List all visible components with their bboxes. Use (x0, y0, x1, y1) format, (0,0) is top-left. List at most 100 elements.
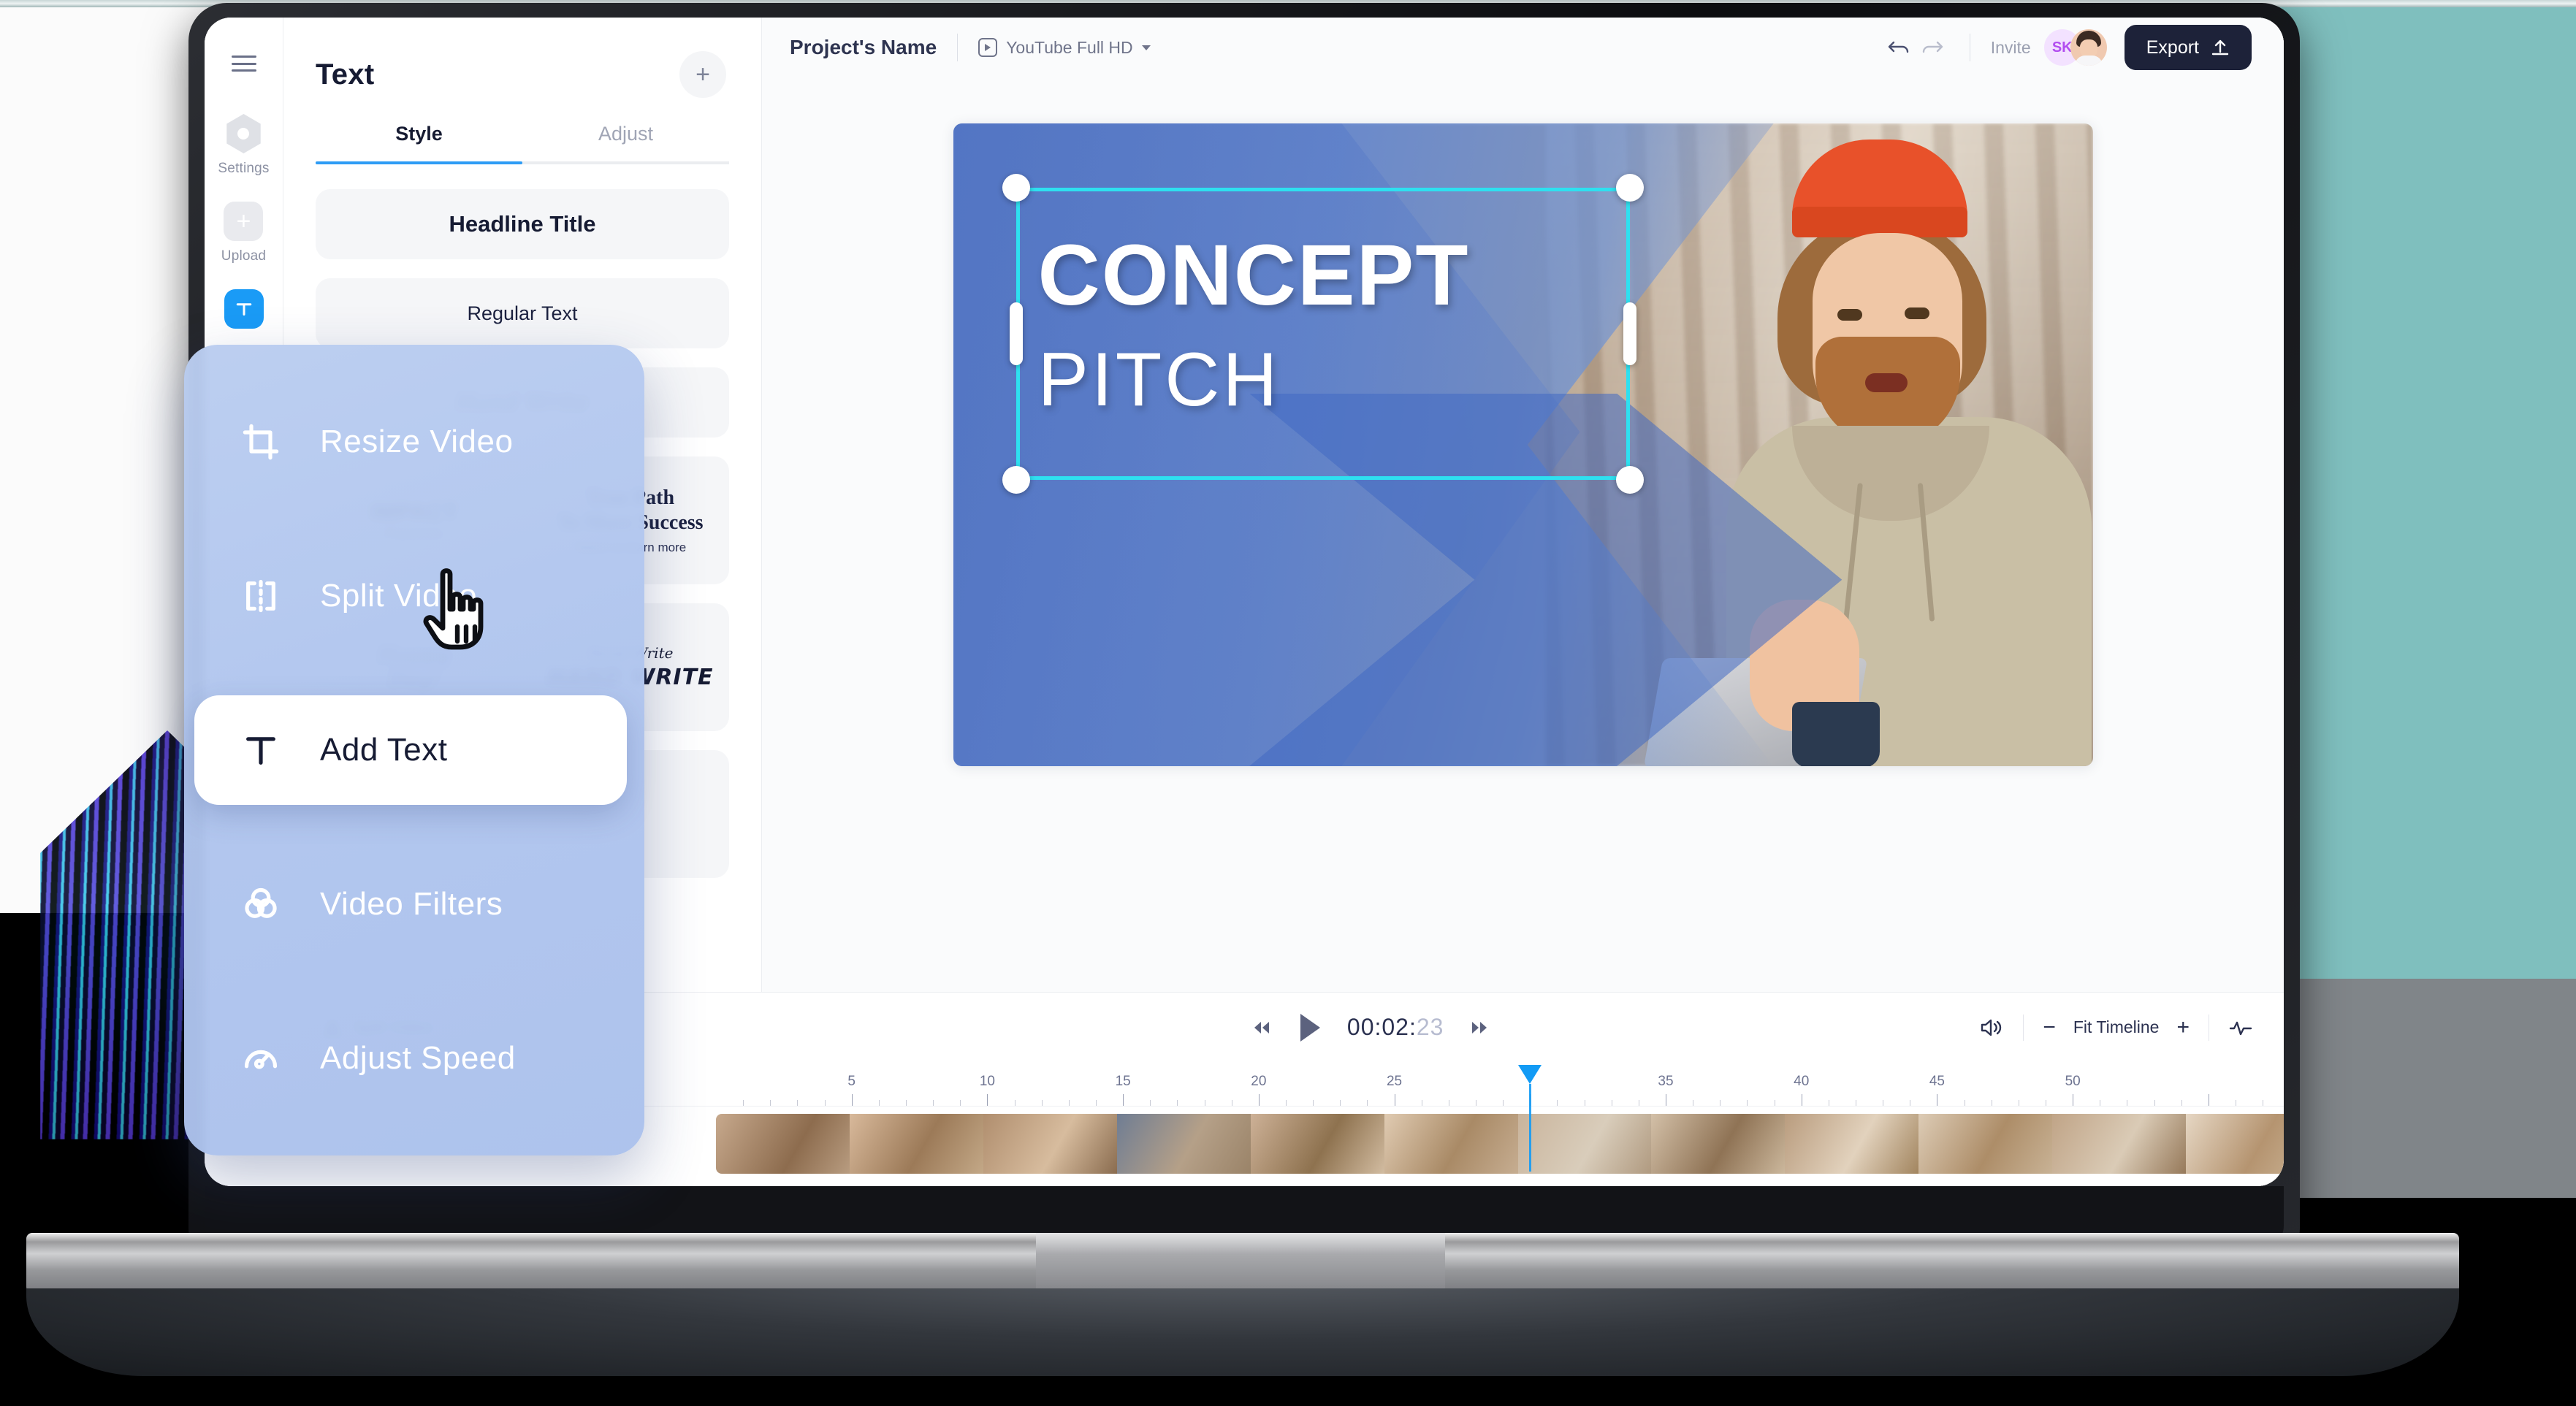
resize-handle-right[interactable] (1623, 302, 1636, 365)
text-tool-icon (224, 289, 264, 329)
waveform-icon[interactable] (2228, 1018, 2253, 1037)
undo-arrow-icon[interactable] (1882, 31, 1916, 64)
video-preview-stage[interactable]: CONCEPT PITCH (953, 123, 2093, 766)
text-selection-box[interactable] (1015, 188, 1630, 480)
zoom-out-button[interactable]: − (2043, 1015, 2056, 1040)
menu-item-label: Adjust Speed (320, 1040, 516, 1076)
play-icon[interactable] (1297, 1012, 1322, 1043)
panel-header: Text + (283, 18, 761, 114)
sidebar-item-label: Settings (218, 161, 270, 176)
speaker-icon[interactable] (1979, 1017, 2004, 1039)
ruler-label: 10 (979, 1074, 995, 1089)
ruler-tick (1123, 1094, 1124, 1106)
menu-item-label: Resize Video (320, 424, 514, 459)
ruler-tick (2181, 1100, 2182, 1106)
pointing-hand-cursor (423, 568, 484, 650)
redo-arrow-icon[interactable] (1916, 31, 1949, 64)
gear-hex-icon (224, 114, 263, 153)
aspect-ratio-label: YouTube Full HD (1006, 37, 1133, 57)
ruler-tick (960, 1100, 961, 1106)
ruler-tick (2154, 1100, 2155, 1106)
playhead-marker[interactable] (1518, 1065, 1542, 1084)
tab-adjust[interactable]: Adjust (522, 118, 729, 161)
time-frames: 23 (1416, 1014, 1444, 1040)
skip-back-icon[interactable] (1251, 1019, 1273, 1036)
ruler-label: 35 (1658, 1074, 1674, 1089)
canvas-area: Project's Name YouTube Full HD Invite SK… (762, 18, 2284, 992)
project-name[interactable]: Project's Name (790, 36, 937, 59)
preset-label: Regular Text (467, 302, 578, 324)
tab-style[interactable]: Style (316, 118, 522, 164)
preset-headline-title[interactable]: Headline Title (316, 189, 729, 259)
crop-icon (241, 422, 281, 462)
ruler-tick (933, 1100, 934, 1106)
resize-handle-bottom-left[interactable] (1002, 466, 1030, 494)
context-menu: Resize Video Split Video Add Text Video … (184, 345, 644, 1155)
menu-item-label: Add Text (320, 732, 448, 768)
ruler-tick (1557, 1100, 1558, 1106)
ruler-tick (1503, 1100, 1504, 1106)
ruler-tick (1177, 1100, 1178, 1106)
menu-item-label: Video Filters (320, 886, 503, 922)
sidebar-item-text[interactable] (224, 289, 264, 329)
ruler-tick (851, 1094, 853, 1106)
skip-forward-icon[interactable] (1468, 1019, 1490, 1036)
preset-label: Headline Title (449, 211, 596, 237)
ruler-tick (1367, 1100, 1368, 1106)
ruler-tick (1068, 1100, 1070, 1106)
resize-handle-top-left[interactable] (1002, 174, 1030, 202)
ruler-tick (878, 1100, 880, 1106)
chevron-down-icon (1141, 45, 1151, 50)
resize-handle-bottom-right[interactable] (1615, 466, 1644, 494)
video-preset-icon (978, 38, 998, 57)
sidebar-item-settings[interactable]: Settings (218, 114, 269, 177)
time-value: 00:02: (1346, 1014, 1417, 1040)
ruler-tick (1340, 1100, 1341, 1106)
ruler-label: 5 (847, 1074, 856, 1089)
export-button[interactable]: Export (2124, 25, 2252, 70)
resize-handle-left[interactable] (1009, 302, 1023, 365)
plus-square-icon: + (224, 202, 264, 241)
top-toolbar: Project's Name YouTube Full HD Invite SK… (762, 18, 2284, 77)
ruler-tick (1258, 1094, 1260, 1106)
ruler-tick (906, 1100, 907, 1106)
ruler-tick (1313, 1100, 1314, 1106)
playhead-line (1529, 1084, 1532, 1172)
ruler-label: 20 (1251, 1074, 1267, 1089)
panel-tabs: Style Adjust (316, 118, 729, 164)
ruler-label: 50 (2065, 1074, 2081, 1089)
menu-item-split-video[interactable]: Split Video (184, 541, 644, 651)
sidebar-item-upload[interactable]: + Upload (221, 202, 266, 264)
video-clip[interactable] (716, 1114, 2284, 1174)
text-T-icon (241, 730, 281, 770)
ruler-tick (743, 1100, 744, 1106)
aspect-ratio-selector[interactable]: YouTube Full HD (978, 37, 1151, 58)
preset-regular-text[interactable]: Regular Text (316, 278, 729, 348)
menu-item-resize-video[interactable]: Resize Video (184, 387, 644, 497)
zoom-in-button[interactable]: + (2176, 1015, 2190, 1040)
ruler-label: 40 (1794, 1074, 1810, 1089)
video-subject-person (1643, 140, 2092, 766)
menu-item-video-filters[interactable]: Video Filters (184, 849, 644, 959)
avatar[interactable] (2070, 29, 2107, 66)
sidebar-item-label: Upload (221, 248, 267, 264)
zoom-level-label[interactable]: Fit Timeline (2073, 1017, 2160, 1037)
divider (957, 34, 959, 61)
upload-arrow-icon (2211, 39, 2229, 56)
laptop-foot (26, 1288, 2459, 1376)
invite-button[interactable]: Invite (1991, 38, 2031, 58)
ruler-tick (1286, 1100, 1287, 1106)
hamburger-icon[interactable] (231, 56, 256, 72)
ruler-tick (824, 1100, 826, 1106)
ruler-tick (1150, 1100, 1151, 1106)
ruler-tick (1747, 1100, 1748, 1106)
ruler-label: 15 (1115, 1074, 1131, 1089)
menu-item-adjust-speed[interactable]: Adjust Speed (184, 1004, 644, 1113)
menu-item-add-text[interactable]: Add Text (194, 695, 627, 805)
venn-circles-icon (241, 885, 281, 924)
add-text-button[interactable]: + (679, 51, 726, 98)
split-brackets-icon (241, 576, 281, 616)
ruler-tick (770, 1100, 771, 1106)
resize-handle-top-right[interactable] (1615, 174, 1644, 202)
export-label: Export (2146, 37, 2199, 58)
